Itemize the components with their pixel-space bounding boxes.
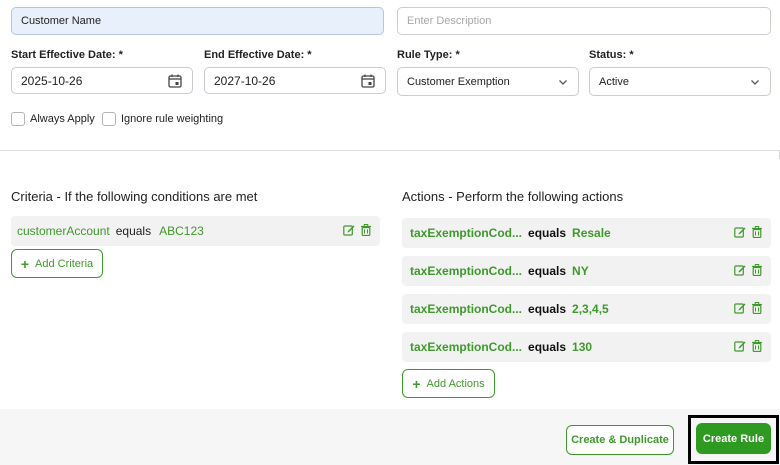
- description-placeholder: Enter Description: [407, 15, 492, 27]
- action-value: NY: [572, 264, 589, 278]
- trash-icon[interactable]: [751, 264, 763, 276]
- create-duplicate-button[interactable]: Create & Duplicate: [566, 425, 674, 455]
- criteria-field: customerAccount: [17, 224, 110, 238]
- always-apply-label: Always Apply: [30, 113, 95, 125]
- ignore-weighting-label: Ignore rule weighting: [121, 113, 224, 125]
- edit-icon[interactable]: [734, 340, 746, 352]
- criteria-value: ABC123: [159, 224, 204, 238]
- row-action-icons: [734, 264, 763, 276]
- create-rule-label: Create Rule: [702, 432, 765, 445]
- criteria-operator: equals: [115, 224, 152, 238]
- trash-icon[interactable]: [751, 302, 763, 314]
- action-operator: equals: [528, 226, 567, 240]
- start-date-field[interactable]: 2025-10-26: [11, 67, 193, 94]
- plus-icon: +: [412, 375, 421, 392]
- chevron-down-icon: [559, 80, 567, 85]
- action-operator: equals: [528, 264, 567, 278]
- action-field: taxExemptionCod...: [410, 340, 523, 354]
- rule-type-select[interactable]: Customer Exemption: [397, 67, 579, 96]
- edit-icon[interactable]: [734, 264, 746, 276]
- calendar-icon[interactable]: [361, 74, 375, 88]
- action-field: taxExemptionCod...: [410, 302, 523, 316]
- action-field: taxExemptionCod...: [410, 264, 523, 278]
- always-apply-checkbox[interactable]: [11, 112, 25, 126]
- rule-type-label: Rule Type: *: [397, 49, 460, 61]
- add-actions-button[interactable]: + Add Actions: [402, 369, 495, 398]
- calendar-icon[interactable]: [168, 74, 182, 88]
- criteria-title: Criteria - If the following conditions a…: [11, 189, 258, 204]
- action-row: taxExemptionCod... equals 130: [402, 332, 771, 362]
- chevron-down-icon: [751, 80, 759, 85]
- add-criteria-button[interactable]: + Add Criteria: [11, 249, 103, 278]
- end-date-field[interactable]: 2027-10-26: [204, 67, 386, 94]
- status-label: Status: *: [589, 49, 634, 61]
- row-action-icons: [734, 340, 763, 352]
- criteria-row: customerAccount equals ABC123: [11, 216, 380, 246]
- edit-icon[interactable]: [734, 226, 746, 238]
- start-date-value: 2025-10-26: [21, 73, 83, 88]
- action-value: Resale: [572, 226, 611, 240]
- row-action-icons: [734, 226, 763, 238]
- action-row: taxExemptionCod... equals 2,3,4,5: [402, 294, 771, 324]
- action-value: 130: [572, 340, 593, 354]
- plus-icon: +: [20, 255, 30, 272]
- rule-type-value: Customer Exemption: [407, 75, 510, 88]
- add-actions-label: Add Actions: [426, 377, 485, 390]
- end-date-value: 2027-10-26: [214, 73, 276, 88]
- action-value: 2,3,4,5: [572, 302, 609, 316]
- end-date-label: End Effective Date: *: [204, 49, 312, 61]
- name-input[interactable]: Customer Name: [11, 7, 384, 35]
- action-field: taxExemptionCod...: [410, 226, 523, 240]
- ignore-weighting-checkbox[interactable]: [102, 112, 116, 126]
- trash-icon[interactable]: [751, 226, 763, 238]
- row-action-icons: [734, 302, 763, 314]
- add-criteria-label: Add Criteria: [35, 257, 94, 270]
- section-divider: [0, 150, 780, 159]
- actions-title: Actions - Perform the following actions: [402, 189, 624, 204]
- trash-icon[interactable]: [360, 224, 372, 236]
- create-duplicate-label: Create & Duplicate: [571, 434, 669, 446]
- status-select[interactable]: Active: [589, 67, 771, 96]
- create-rule-button[interactable]: Create Rule: [696, 423, 771, 454]
- status-value: Active: [599, 75, 629, 88]
- action-operator: equals: [528, 302, 567, 316]
- action-row: taxExemptionCod... equals NY: [402, 256, 771, 286]
- edit-icon[interactable]: [343, 224, 355, 236]
- action-row: taxExemptionCod... equals Resale: [402, 218, 771, 248]
- action-operator: equals: [528, 340, 567, 354]
- edit-icon[interactable]: [734, 302, 746, 314]
- trash-icon[interactable]: [751, 340, 763, 352]
- description-input[interactable]: Enter Description: [397, 7, 771, 35]
- start-date-label: Start Effective Date: *: [11, 49, 123, 61]
- row-action-icons: [343, 224, 372, 236]
- name-input-value: Customer Name: [21, 15, 102, 27]
